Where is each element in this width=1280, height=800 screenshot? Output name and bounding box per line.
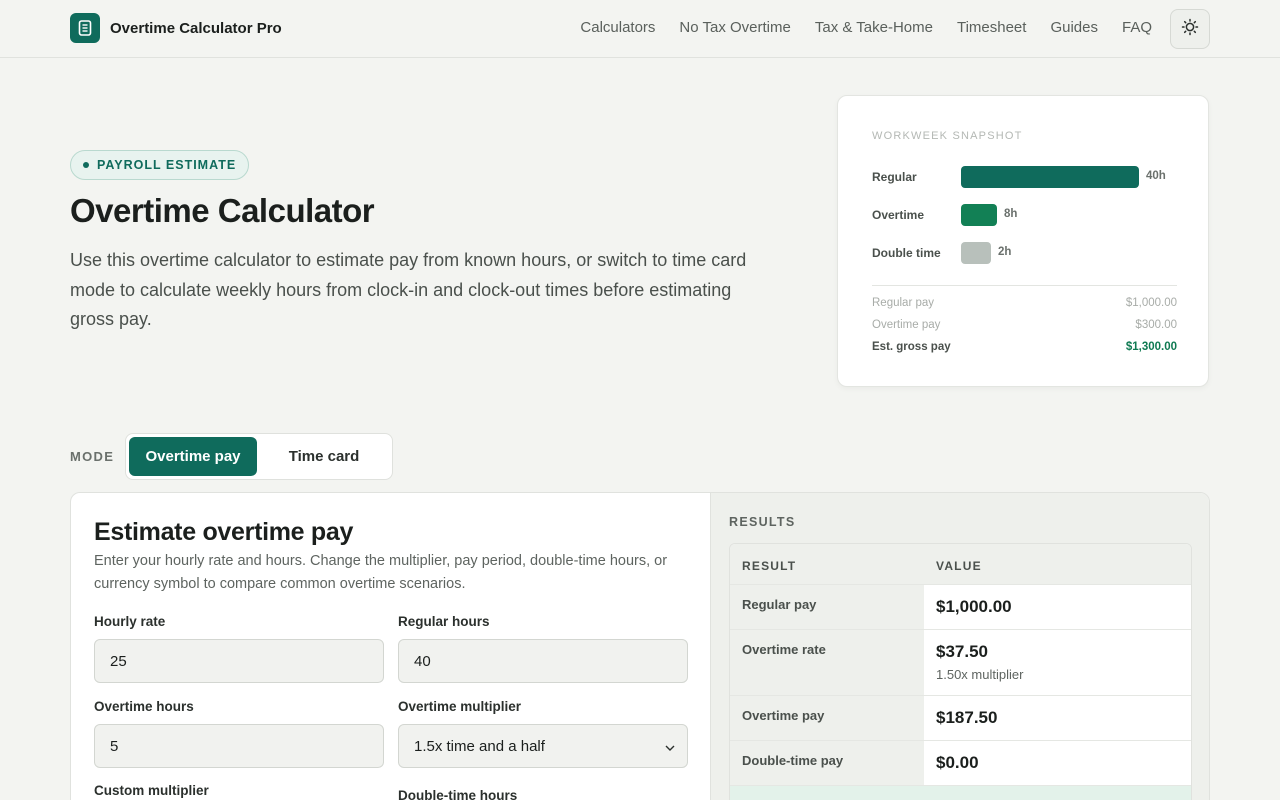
snapshot-bar-overtime [961,204,997,226]
summary-value: $300.00 [1135,319,1177,331]
nav-link-calculators[interactable]: Calculators [580,19,655,36]
result-label: Overtime rate [730,630,924,695]
result-label: Regular pay [730,585,924,629]
snapshot-bar-regular [961,166,1139,188]
form-title: Estimate overtime pay [94,518,354,546]
top-navigation-bar: Overtime Calculator Pro Calculators No T… [0,0,1280,58]
overtime-multiplier-select[interactable]: 1.5x time and a half [398,724,688,768]
overtime-hours-label: Overtime hours [94,699,194,714]
calculator-icon [70,13,100,43]
result-value: $187.50 [936,708,998,727]
badge-text: PAYROLL ESTIMATE [97,158,237,172]
result-subtext: 1.50x multiplier [936,667,1024,682]
calculator-card: Estimate overtime pay Enter your hourly … [70,492,1210,800]
table-row-total [730,786,1191,800]
result-label: Overtime pay [730,696,924,740]
nav-link-no-tax-overtime[interactable]: No Tax Overtime [679,19,790,36]
overtime-multiplier-value: 1.5x time and a half [414,737,545,755]
results-table-header: RESULT VALUE [730,544,1191,585]
table-row: Double-time pay $0.00 [730,741,1191,786]
summary-value: $1,000.00 [1125,297,1177,309]
estimate-form: Estimate overtime pay Enter your hourly … [71,493,710,800]
result-value: $37.50 [936,642,988,661]
results-table: RESULT VALUE Regular pay $1,000.00 Overt… [729,543,1192,800]
form-description: Enter your hourly rate and hours. Change… [94,553,668,592]
main-nav: Calculators No Tax Overtime Tax & Take-H… [580,19,1152,36]
snapshot-row-double-time: Double time 2h [872,242,1182,264]
result-value: $0.00 [936,753,979,772]
snapshot-summary-overtime-pay: Overtime pay $300.00 [872,319,1177,333]
chevron-down-icon [665,738,675,755]
snapshot-bar-double-time [961,242,991,264]
snapshot-row-regular: Regular 40h [872,166,1182,188]
table-row: Overtime pay $187.50 [730,696,1191,741]
snapshot-value: 2h [998,246,1012,258]
regular-hours-label: Regular hours [398,614,490,629]
snapshot-label: Regular [872,170,917,184]
custom-multiplier-label: Custom multiplier [94,783,209,798]
mode-overtime-pay-button[interactable]: Overtime pay [129,437,257,476]
snapshot-value: 40h [1146,170,1166,182]
snapshot-title: WORKWEEK SNAPSHOT [872,130,1023,142]
summary-label: Overtime pay [872,319,941,331]
summary-value: $1,300.00 [1125,341,1177,353]
column-header-value: VALUE [936,559,982,573]
snapshot-label: Overtime [872,208,925,222]
results-pane: RESULTS RESULT VALUE Regular pay $1,000.… [710,493,1209,800]
mode-label: MODE [70,449,115,464]
nav-link-faq[interactable]: FAQ [1122,19,1152,36]
sun-icon [1181,18,1199,41]
workweek-snapshot-card: WORKWEEK SNAPSHOT Regular 40h Overtime 8… [837,95,1209,387]
summary-label: Regular pay [872,297,935,309]
hourly-rate-input[interactable]: 25 [94,639,384,683]
page-title: Overtime Calculator [70,192,375,229]
result-label: Double-time pay [730,741,924,785]
snapshot-divider [872,285,1177,286]
nav-link-guides[interactable]: Guides [1050,19,1098,36]
payroll-estimate-badge: PAYROLL ESTIMATE [70,150,250,180]
snapshot-row-overtime: Overtime 8h [872,204,1182,226]
theme-toggle-button[interactable] [1170,9,1210,49]
snapshot-summary-regular-pay: Regular pay $1,000.00 [872,297,1177,311]
nav-link-tax-take-home[interactable]: Tax & Take-Home [815,19,933,36]
table-row: Overtime rate $37.50 1.50x multiplier [730,630,1191,696]
results-title: RESULTS [729,515,796,529]
badge-dot-icon [83,162,89,168]
brand[interactable]: Overtime Calculator Pro [70,13,282,43]
mode-time-card-button[interactable]: Time card [259,437,389,476]
double-time-hours-label: Double-time hours [398,788,518,800]
table-row: Regular pay $1,000.00 [730,585,1191,630]
snapshot-summary-gross-pay: Est. gross pay $1,300.00 [872,341,1177,355]
mode-switch: Overtime pay Time card [125,433,393,480]
page-description: Use this overtime calculator to estimate… [70,250,747,329]
snapshot-label: Double time [872,246,941,260]
hourly-rate-label: Hourly rate [94,614,166,629]
result-value: $1,000.00 [936,597,1012,616]
column-header-result: RESULT [742,559,797,573]
result-value-cell: $37.50 1.50x multiplier [924,630,1035,694]
brand-name: Overtime Calculator Pro [110,19,282,37]
overtime-multiplier-label: Overtime multiplier [398,699,522,714]
overtime-hours-input[interactable]: 5 [94,724,384,768]
nav-link-timesheet[interactable]: Timesheet [957,19,1026,36]
summary-label: Est. gross pay [872,341,951,353]
regular-hours-input[interactable]: 40 [398,639,688,683]
snapshot-value: 8h [1004,208,1018,220]
